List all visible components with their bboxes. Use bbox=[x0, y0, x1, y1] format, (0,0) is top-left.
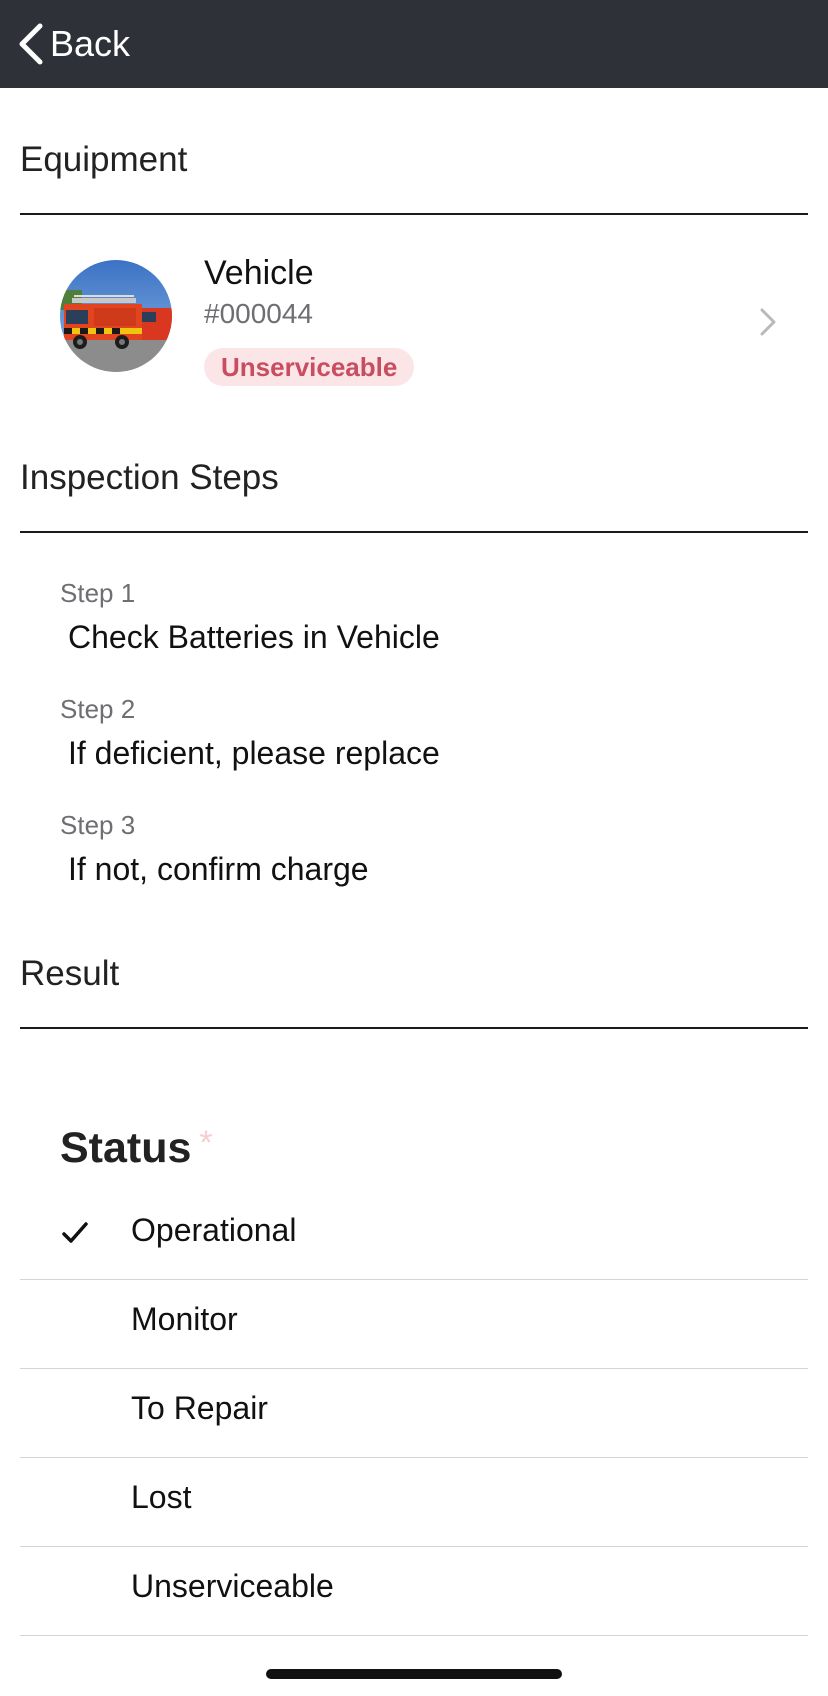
status-option-operational[interactable]: Operational bbox=[20, 1192, 808, 1280]
option-label: To Repair bbox=[131, 1390, 268, 1426]
step-text: Check Batteries in Vehicle bbox=[68, 619, 440, 655]
inspection-section-title: Inspection Steps bbox=[20, 458, 279, 497]
status-field-label: Status * bbox=[60, 1124, 213, 1173]
required-indicator: * bbox=[199, 1124, 213, 1162]
step-label: Step 1 bbox=[60, 578, 136, 608]
checkmark-icon bbox=[62, 1222, 88, 1243]
option-label: Monitor bbox=[131, 1301, 238, 1337]
equipment-id: #000044 bbox=[204, 298, 314, 329]
equipment-card[interactable]: Vehicle #000044 Unserviceable bbox=[20, 222, 808, 402]
status-badge: Unserviceable bbox=[204, 348, 415, 386]
step-text: If not, confirm charge bbox=[68, 851, 369, 887]
status-option-monitor[interactable]: Monitor bbox=[20, 1281, 808, 1369]
back-button[interactable]: Back bbox=[16, 18, 130, 70]
step-item: Step 2 If deficient, please replace bbox=[60, 694, 440, 772]
section-divider bbox=[20, 531, 808, 533]
navigation-bar: Back bbox=[0, 0, 828, 88]
chevron-right-icon bbox=[760, 308, 776, 336]
row-divider bbox=[20, 1457, 808, 1458]
vehicle-photo bbox=[60, 260, 172, 372]
option-label: Operational bbox=[131, 1212, 297, 1248]
section-divider bbox=[20, 1027, 808, 1029]
home-indicator bbox=[266, 1669, 562, 1679]
status-option-unserviceable[interactable]: Unserviceable bbox=[20, 1548, 808, 1636]
row-divider bbox=[20, 1368, 808, 1369]
row-divider bbox=[20, 1546, 808, 1547]
result-section-title: Result bbox=[20, 954, 120, 993]
equipment-section-title: Equipment bbox=[20, 140, 188, 179]
step-text: If deficient, please replace bbox=[68, 735, 440, 771]
step-label: Step 2 bbox=[60, 694, 136, 724]
step-label: Step 3 bbox=[60, 810, 136, 840]
status-option-lost[interactable]: Lost bbox=[20, 1459, 808, 1547]
row-divider bbox=[20, 1279, 808, 1280]
back-label: Back bbox=[50, 23, 131, 64]
equipment-name: Vehicle bbox=[204, 254, 314, 292]
status-heading-text: Status bbox=[60, 1124, 192, 1172]
option-label: Unserviceable bbox=[131, 1568, 334, 1604]
step-item: Step 1 Check Batteries in Vehicle bbox=[60, 578, 440, 656]
status-option-to-repair[interactable]: To Repair bbox=[20, 1370, 808, 1458]
row-divider bbox=[20, 1635, 808, 1636]
option-label: Lost bbox=[131, 1479, 192, 1515]
section-divider bbox=[20, 213, 808, 215]
step-item: Step 3 If not, confirm charge bbox=[60, 810, 369, 888]
chevron-left-icon bbox=[19, 23, 43, 65]
